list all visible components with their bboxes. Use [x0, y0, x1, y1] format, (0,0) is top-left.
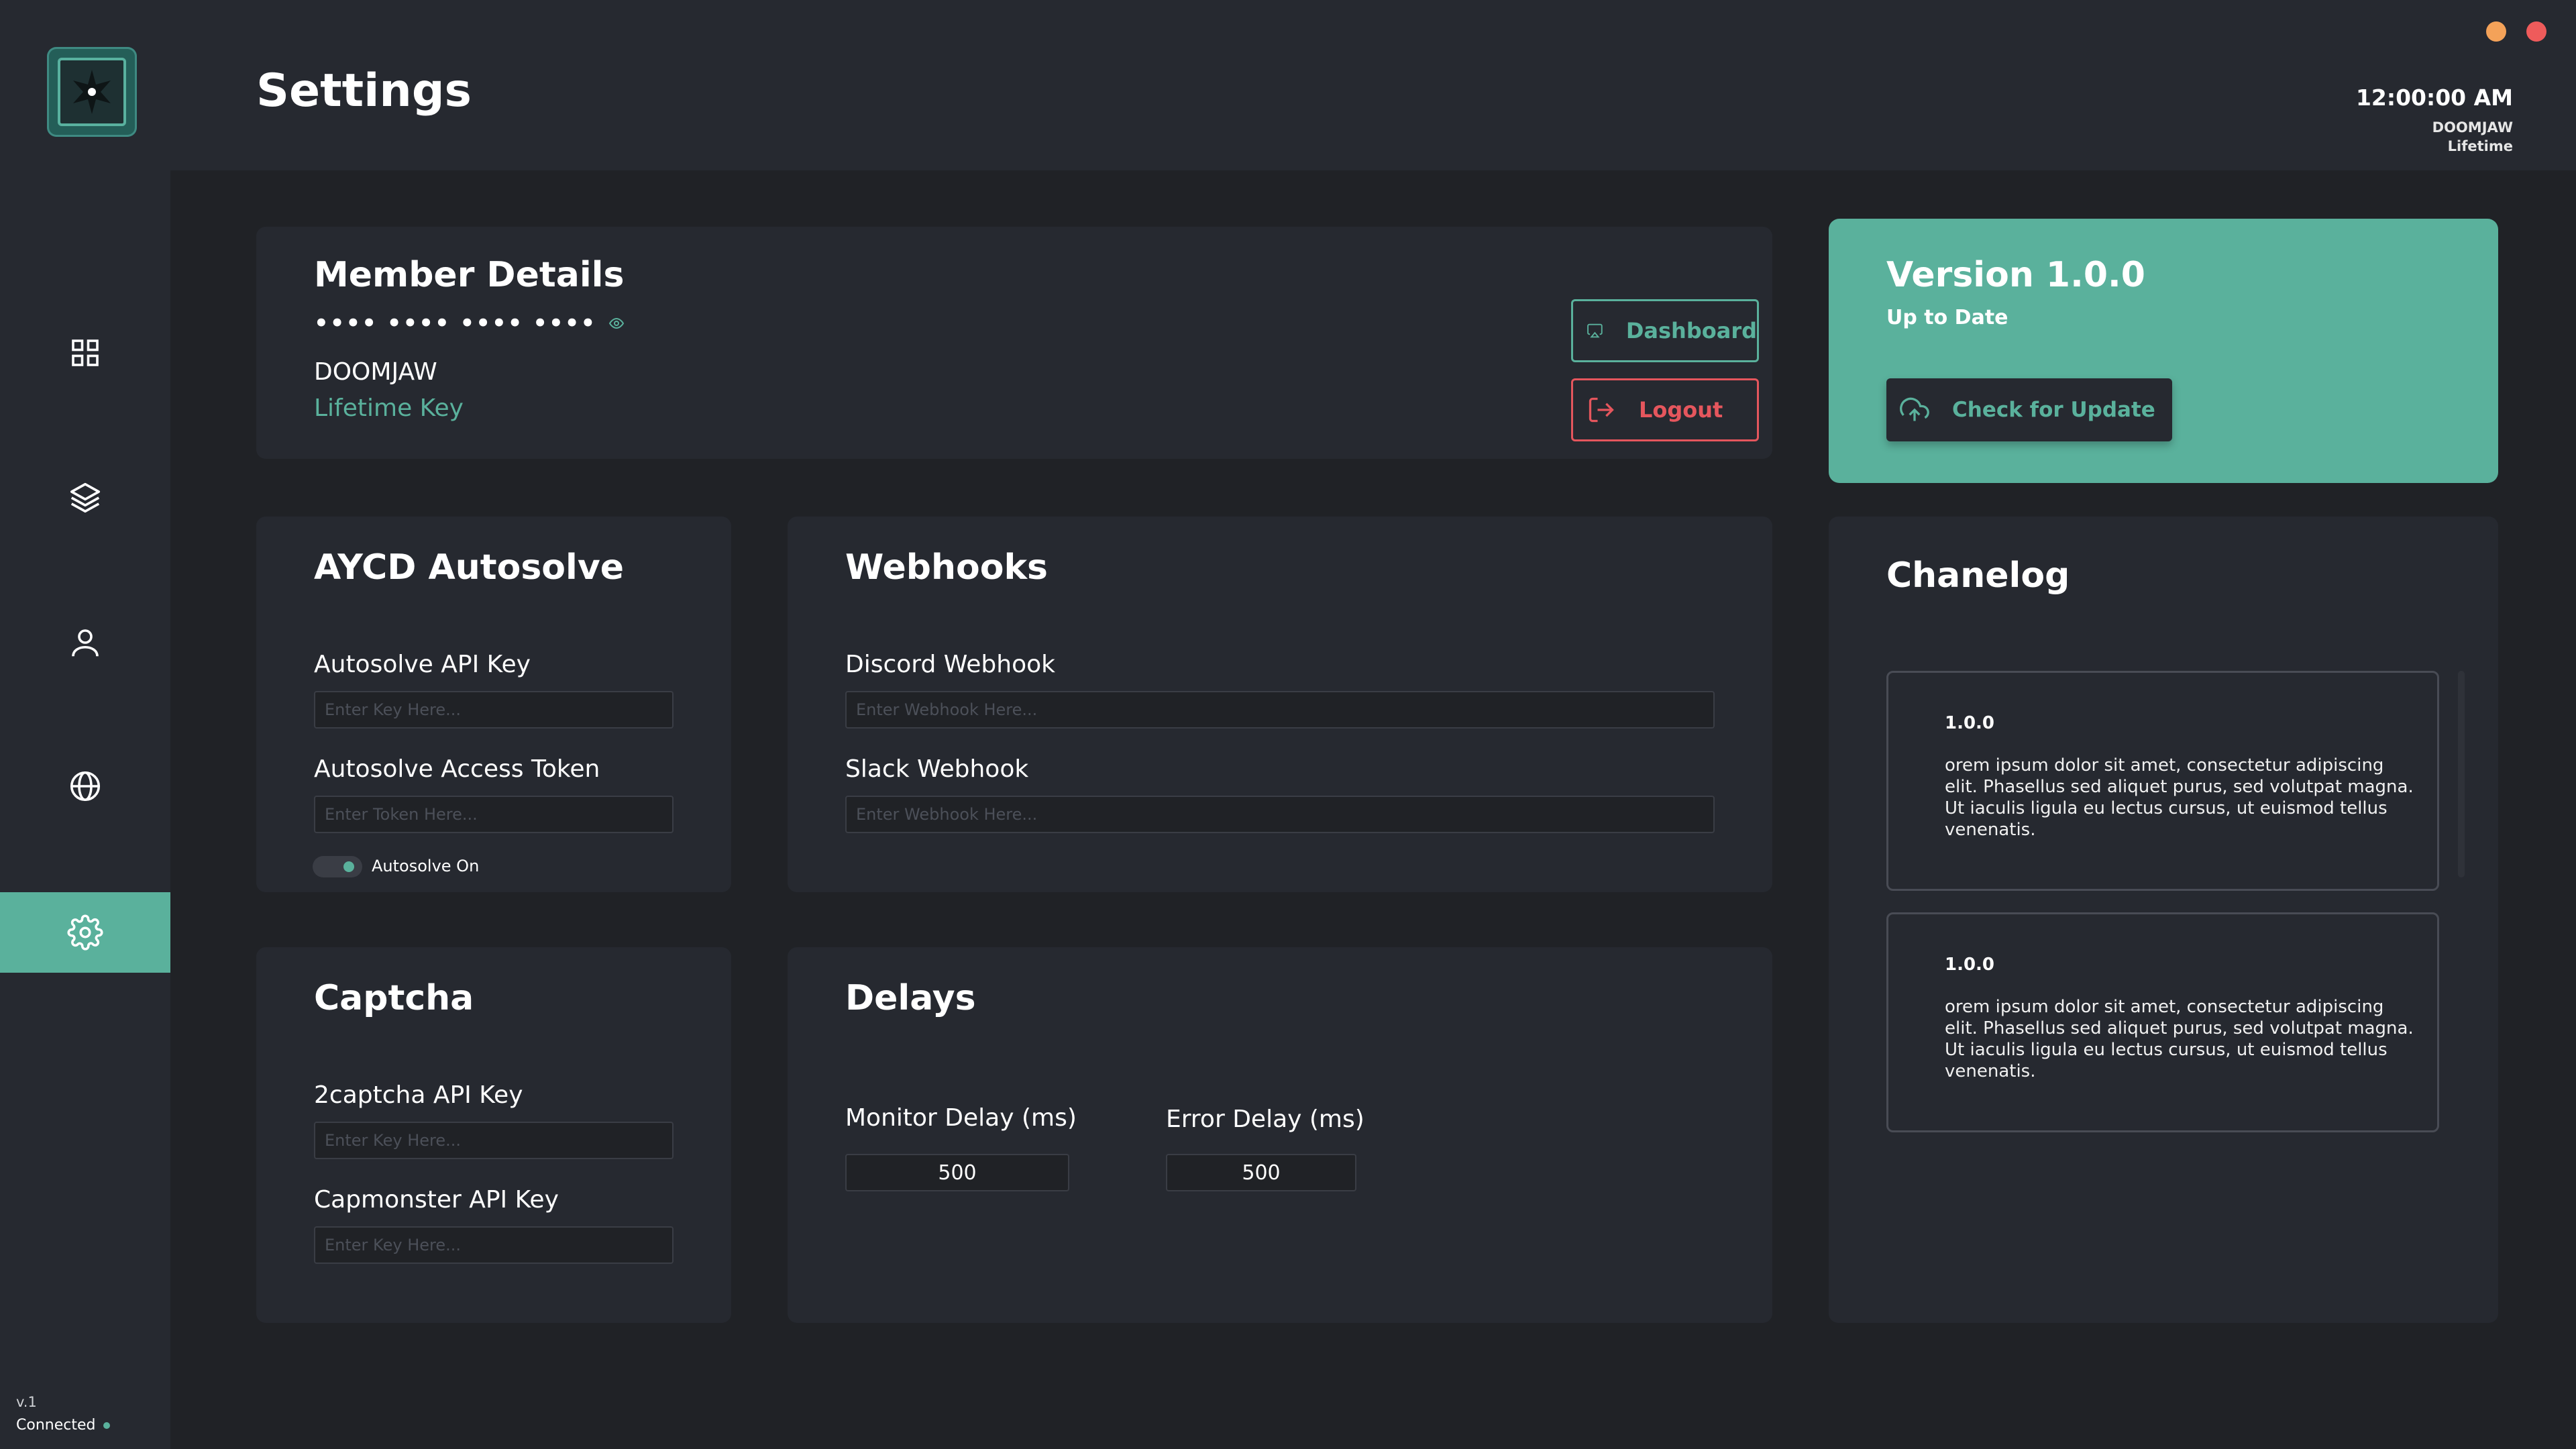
changelog-entry: 1.0.0 orem ipsum dolor sit amet, consect…: [1886, 912, 2439, 1132]
logout-button[interactable]: Logout: [1571, 378, 1759, 441]
discord-webhook-input[interactable]: [845, 691, 1715, 729]
discord-webhook-label: Discord Webhook: [845, 651, 1055, 678]
autosolve-title: AYCD Autosolve: [314, 547, 625, 588]
globe-icon: [70, 771, 101, 802]
toggle-knob: [343, 861, 354, 872]
changelog-entry-version: 1.0.0: [1945, 955, 1995, 975]
webhooks-title: Webhooks: [845, 547, 1048, 588]
monitor-delay-input[interactable]: [845, 1154, 1069, 1191]
connection-status-label: Connected: [16, 1417, 96, 1434]
delays-title: Delays: [845, 978, 976, 1018]
member-details-card: Member Details •••• •••• •••• •••• DOOMJ…: [256, 227, 1772, 459]
eye-icon[interactable]: [608, 315, 625, 331]
sidebar-item-dashboard[interactable]: [0, 313, 170, 393]
clock: 12:00:00 AM: [2355, 85, 2513, 111]
masked-key-value: •••• •••• •••• ••••: [314, 310, 597, 337]
version-status: Up to Date: [1886, 306, 2008, 329]
grid-icon: [72, 339, 99, 366]
sidebar-item-profiles[interactable]: [0, 602, 170, 683]
autosolve-toggle[interactable]: [313, 856, 362, 877]
changelog-entry-text: orem ipsum dolor sit amet, consectetur a…: [1945, 997, 2414, 1081]
changelog-entry-version: 1.0.0: [1945, 713, 1995, 733]
changelog-title: Chanelog: [1886, 555, 2070, 596]
header-username: DOOMJAW: [2432, 119, 2513, 136]
sidebar-item-proxies[interactable]: [0, 746, 170, 826]
minimize-button[interactable]: [2486, 21, 2506, 42]
monitor-delay-label: Monitor Delay (ms): [845, 1104, 1077, 1132]
app-logo: [47, 47, 137, 137]
changelog-entry-text: orem ipsum dolor sit amet, consectetur a…: [1945, 755, 2414, 840]
autosolve-token-label: Autosolve Access Token: [314, 755, 600, 783]
check-update-label: Check for Update: [1952, 398, 2155, 422]
sidebar: v.1 Connected: [0, 0, 170, 1449]
close-button[interactable]: [2526, 21, 2546, 42]
header-plan: Lifetime: [2447, 138, 2513, 154]
user-icon: [72, 629, 99, 657]
logout-button-label: Logout: [1639, 397, 1723, 423]
masked-key: •••• •••• •••• ••••: [314, 310, 625, 337]
autosolve-api-key-label: Autosolve API Key: [314, 651, 531, 678]
dashboard-button-label: Dashboard: [1625, 318, 1757, 343]
layers-icon: [70, 482, 101, 513]
autosolve-token-input[interactable]: [314, 796, 674, 833]
changelog-scrollbar[interactable]: [2458, 671, 2465, 877]
error-delay-input[interactable]: [1166, 1154, 1356, 1191]
logout-icon: [1589, 397, 1614, 423]
connection-status: Connected: [16, 1417, 111, 1434]
member-details-title: Member Details: [314, 255, 625, 295]
sidebar-item-settings[interactable]: [0, 892, 170, 973]
gear-icon: [67, 914, 103, 951]
page-title: Settings: [256, 64, 472, 117]
sidebar-item-tasks[interactable]: [0, 458, 170, 538]
captcha-title: Captcha: [314, 978, 474, 1018]
twocaptcha-input[interactable]: [314, 1122, 674, 1159]
slack-webhook-input[interactable]: [845, 796, 1715, 833]
app-version: v.1: [16, 1394, 37, 1410]
dashboard-button[interactable]: Dashboard: [1571, 299, 1759, 362]
header: [170, 0, 2576, 170]
autosolve-api-key-input[interactable]: [314, 691, 674, 729]
twocaptcha-label: 2captcha API Key: [314, 1081, 523, 1109]
error-delay-label: Error Delay (ms): [1166, 1106, 1364, 1133]
changelog-entry: 1.0.0 orem ipsum dolor sit amet, consect…: [1886, 671, 2439, 891]
check-update-button[interactable]: Check for Update: [1886, 378, 2172, 441]
capmonster-input[interactable]: [314, 1226, 674, 1264]
autosolve-toggle-label: Autosolve On: [372, 857, 480, 875]
key-type: Lifetime Key: [314, 394, 464, 422]
logo-gear-icon: [73, 70, 111, 114]
monitor-icon: [1587, 323, 1603, 338]
capmonster-label: Capmonster API Key: [314, 1186, 559, 1214]
status-dot-icon: [103, 1421, 111, 1429]
slack-webhook-label: Slack Webhook: [845, 755, 1029, 783]
member-username: DOOMJAW: [314, 358, 437, 386]
version-card: Version 1.0.0 Up to Date Check for Updat…: [1829, 219, 2498, 483]
logo-frame: [58, 58, 126, 126]
cloud-upload-icon: [1900, 397, 1929, 421]
version-title: Version 1.0.0: [1886, 255, 2145, 295]
